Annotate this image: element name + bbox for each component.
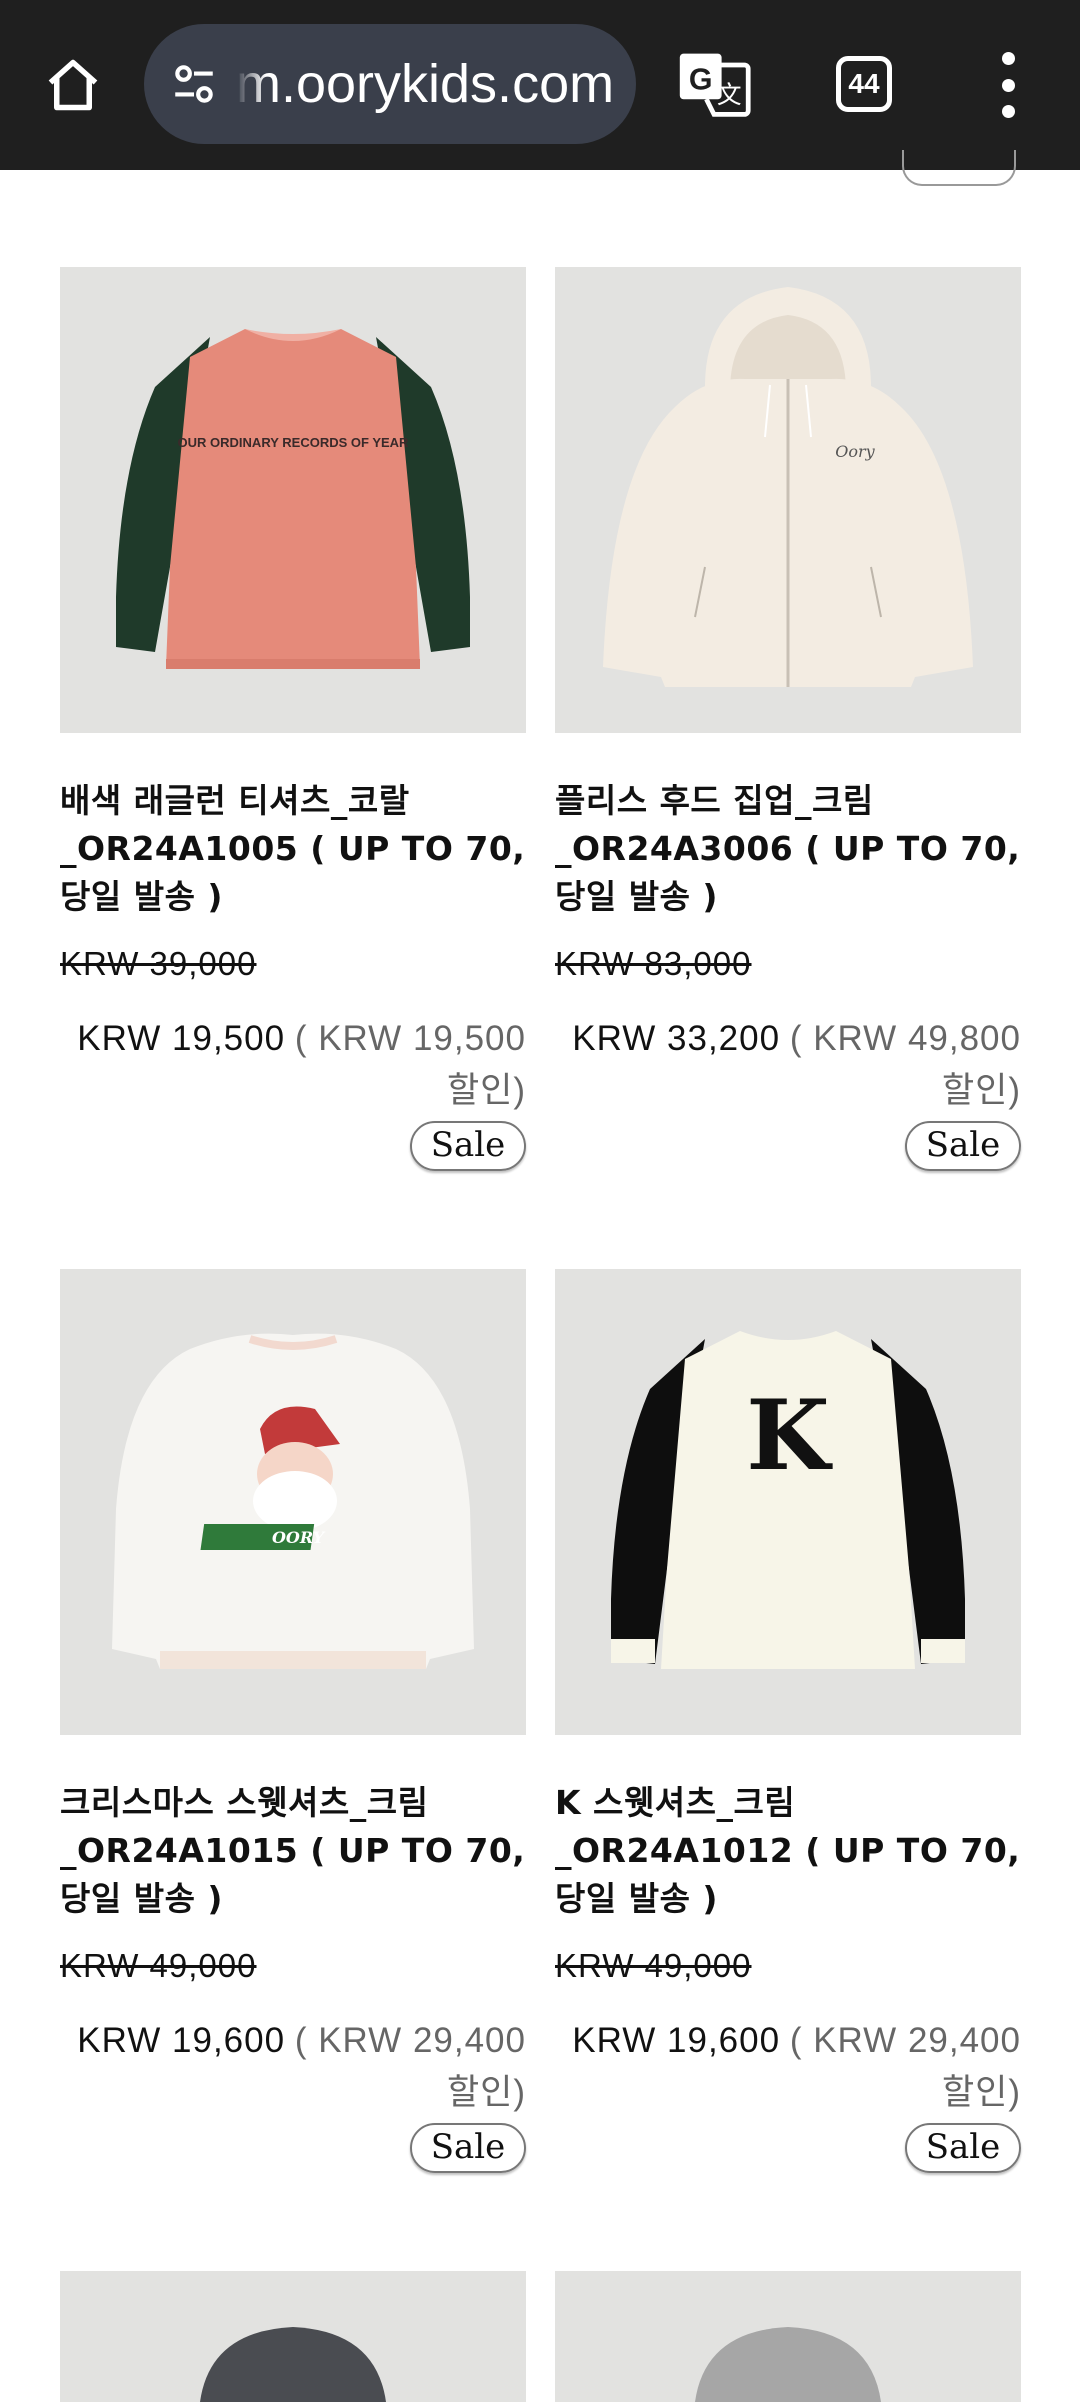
sale-price: KRW 19,600 [77, 2021, 286, 2060]
product-card[interactable]: OUR ORDINARY RECORDS OF YEAR 배색 래글런 티셔츠_… [60, 267, 526, 1171]
original-price: KRW 49,000 [60, 1947, 257, 1984]
sale-price: KRW 19,600 [572, 2021, 781, 2060]
price-row: KRW 19,600 ( KRW 29,400 할인) [555, 2015, 1021, 2119]
image-print-text: Oory [835, 442, 875, 461]
sale-price: KRW 19,500 [77, 1019, 286, 1058]
sale-badge: Sale [410, 2123, 526, 2173]
site-settings-icon[interactable] [166, 56, 222, 112]
product-card[interactable] [555, 2271, 1021, 2402]
product-image[interactable]: OUR ORDINARY RECORDS OF YEAR [60, 267, 526, 733]
image-print-text: OUR ORDINARY RECORDS OF YEAR [178, 435, 410, 450]
browser-toolbar: m.oorykids.com G 文 44 [0, 0, 1080, 170]
product-image[interactable]: OORY [60, 1269, 526, 1735]
sale-price: KRW 33,200 [572, 1019, 781, 1058]
more-vert-icon[interactable] [990, 52, 1026, 118]
product-card[interactable]: K K 스웻셔츠_크림_OR24A1012 ( UP TO 70, 당일 발송 … [555, 1269, 1021, 2173]
product-image[interactable] [60, 2271, 526, 2402]
product-name[interactable]: 플리스 후드 집업_크림_OR24A3006 ( UP TO 70, 당일 발송… [555, 777, 1021, 921]
translate-icon: G 文 [679, 53, 751, 117]
discount-text: ( KRW 29,400 할인) [789, 2021, 1021, 2112]
product-image[interactable]: Oory [555, 267, 1021, 733]
home-button[interactable] [38, 50, 108, 120]
sale-badge-partial [902, 150, 1016, 186]
price-row: KRW 19,500 ( KRW 19,500 할인) [60, 1013, 526, 1117]
discount-text: ( KRW 19,500 할인) [294, 1019, 526, 1110]
original-price: KRW 49,000 [555, 1947, 752, 1984]
discount-text: ( KRW 49,800 할인) [789, 1019, 1021, 1110]
product-card[interactable]: OORY 크리스마스 스웻셔츠_크림_OR24A1015 ( UP TO 70,… [60, 1269, 526, 2173]
translate-button[interactable]: G 文 [676, 46, 752, 122]
svg-text:G: G [689, 63, 713, 97]
product-name[interactable]: 크리스마스 스웻셔츠_크림_OR24A1015 ( UP TO 70, 당일 발… [60, 1779, 526, 1923]
original-price: KRW 39,000 [60, 945, 257, 982]
image-print-text: K [746, 1379, 833, 1492]
product-image[interactable]: K [555, 1269, 1021, 1735]
price-row: KRW 33,200 ( KRW 49,800 할인) [555, 1013, 1021, 1117]
product-card[interactable]: Oory 플리스 후드 집업_크림_OR24A3006 ( UP TO 70, … [555, 267, 1021, 1171]
home-icon [48, 59, 98, 111]
product-image[interactable] [555, 2271, 1021, 2402]
svg-text:文: 文 [717, 81, 742, 109]
original-price: KRW 83,000 [555, 945, 752, 982]
product-card[interactable] [60, 2271, 526, 2402]
image-print-text: OORY [272, 1528, 326, 1547]
tab-switcher-button[interactable]: 44 [836, 56, 892, 112]
sale-badge: Sale [905, 1121, 1021, 1171]
url-text[interactable]: m.oorykids.com [236, 53, 614, 115]
discount-text: ( KRW 29,400 할인) [294, 2021, 526, 2112]
price-row: KRW 19,600 ( KRW 29,400 할인) [60, 2015, 526, 2119]
sale-badge: Sale [410, 1121, 526, 1171]
product-name[interactable]: K 스웻셔츠_크림_OR24A1012 ( UP TO 70, 당일 발송 ) [555, 1779, 1021, 1923]
address-bar[interactable]: m.oorykids.com [144, 24, 636, 144]
sale-badge: Sale [905, 2123, 1021, 2173]
product-name[interactable]: 배색 래글런 티셔츠_코랄_OR24A1005 ( UP TO 70, 당일 발… [60, 777, 526, 921]
